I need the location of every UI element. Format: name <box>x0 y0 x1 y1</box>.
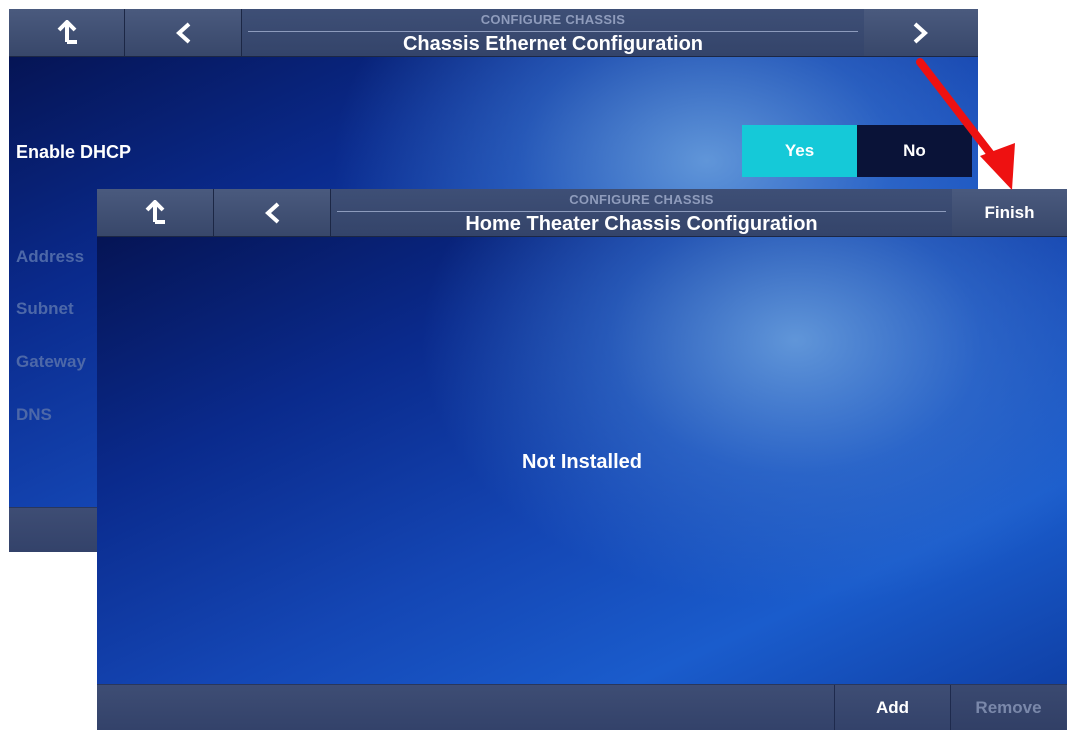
annotation-arrow <box>916 58 1015 190</box>
